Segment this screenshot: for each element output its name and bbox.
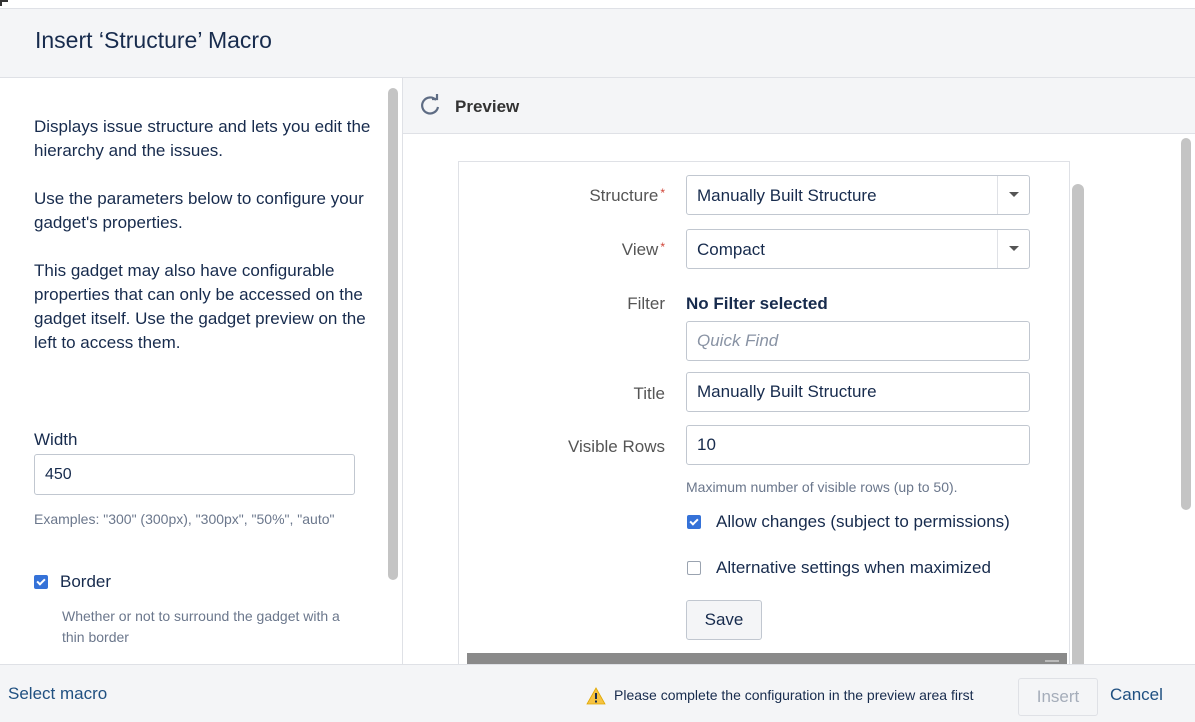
- filter-label: Filter: [627, 294, 665, 313]
- preview-label: Preview: [455, 97, 520, 116]
- gadget-horizontal-bar: [467, 653, 1067, 664]
- description-paragraph: Displays issue structure and lets you ed…: [34, 117, 371, 160]
- title-input[interactable]: [686, 372, 1030, 412]
- gadget-scrollbar[interactable]: [1072, 184, 1084, 664]
- structure-dropdown-toggle[interactable]: [997, 176, 1029, 214]
- allow-changes-label: Allow changes (subject to permissions): [716, 512, 1010, 531]
- border-label: Border: [60, 572, 112, 591]
- view-select[interactable]: Compact: [686, 229, 1030, 269]
- width-examples: Examples: "300" (300px), "300px", "50%",…: [34, 511, 335, 527]
- required-marker: *: [660, 186, 665, 200]
- visible-rows-input[interactable]: [686, 425, 1030, 465]
- preview-scrollbar[interactable]: [1181, 138, 1191, 510]
- alt-settings-option[interactable]: Alternative settings when maximized: [687, 558, 991, 578]
- chevron-down-icon: [1009, 192, 1019, 197]
- structure-gadget: Structure * Manually Built Structure View…: [458, 161, 1084, 664]
- description-paragraph: Use the parameters below to configure yo…: [34, 189, 364, 232]
- width-input[interactable]: [34, 454, 355, 495]
- alt-settings-label: Alternative settings when maximized: [716, 558, 991, 577]
- save-button[interactable]: Save: [686, 600, 762, 640]
- corner-icon: [0, 0, 8, 6]
- allow-changes-checkbox[interactable]: [687, 515, 701, 529]
- dialog-header: Insert ‘Structure’ Macro: [0, 8, 1195, 78]
- insert-macro-dialog: Insert ‘Structure’ Macro Displays issue …: [0, 0, 1195, 722]
- structure-label: Structure *: [589, 186, 665, 205]
- preview-header: Preview: [403, 78, 1195, 134]
- width-label: Width: [34, 430, 78, 449]
- view-select-value: Compact: [697, 240, 766, 259]
- chevron-down-icon: [1009, 246, 1019, 251]
- quick-find-input[interactable]: [686, 321, 1030, 361]
- structure-select[interactable]: Manually Built Structure: [686, 175, 1030, 215]
- preview-area: Structure * Manually Built Structure View…: [403, 134, 1195, 664]
- minimize-icon: [1045, 660, 1059, 662]
- allow-changes-option[interactable]: Allow changes (subject to permissions): [687, 512, 1010, 532]
- visible-rows-hint: Maximum number of visible rows (up to 50…: [686, 479, 958, 495]
- configuration-warning: Please complete the configuration in the…: [614, 687, 974, 703]
- border-option[interactable]: Border: [34, 572, 111, 592]
- description-paragraph: This gadget may also have configurable p…: [34, 261, 366, 352]
- required-marker: *: [660, 240, 665, 254]
- alt-settings-checkbox[interactable]: [687, 561, 701, 575]
- select-macro-link[interactable]: Select macro: [8, 684, 107, 704]
- visible-rows-label: Visible Rows: [567, 437, 665, 456]
- macro-description: Displays issue structure and lets you ed…: [34, 115, 374, 379]
- dialog-title: Insert ‘Structure’ Macro: [35, 27, 272, 53]
- border-checkbox[interactable]: [34, 575, 48, 589]
- macro-parameters-panel: Displays issue structure and lets you ed…: [0, 78, 402, 664]
- dialog-footer: Select macro Please complete the configu…: [0, 664, 1195, 722]
- insert-button[interactable]: Insert: [1018, 678, 1098, 716]
- cancel-button[interactable]: Cancel: [1110, 685, 1163, 705]
- refresh-icon[interactable]: [419, 94, 441, 116]
- structure-select-value: Manually Built Structure: [697, 186, 877, 205]
- view-dropdown-toggle[interactable]: [997, 230, 1029, 268]
- filter-value: No Filter selected: [686, 294, 828, 313]
- view-label: View *: [621, 240, 665, 259]
- border-help-text: Whether or not to surround the gadget wi…: [62, 608, 340, 645]
- left-panel-scrollbar[interactable]: [388, 88, 398, 580]
- warning-icon: [586, 687, 606, 705]
- title-label: Title: [633, 384, 666, 403]
- preview-panel: Preview Structure * Manually Built Struct…: [403, 78, 1195, 664]
